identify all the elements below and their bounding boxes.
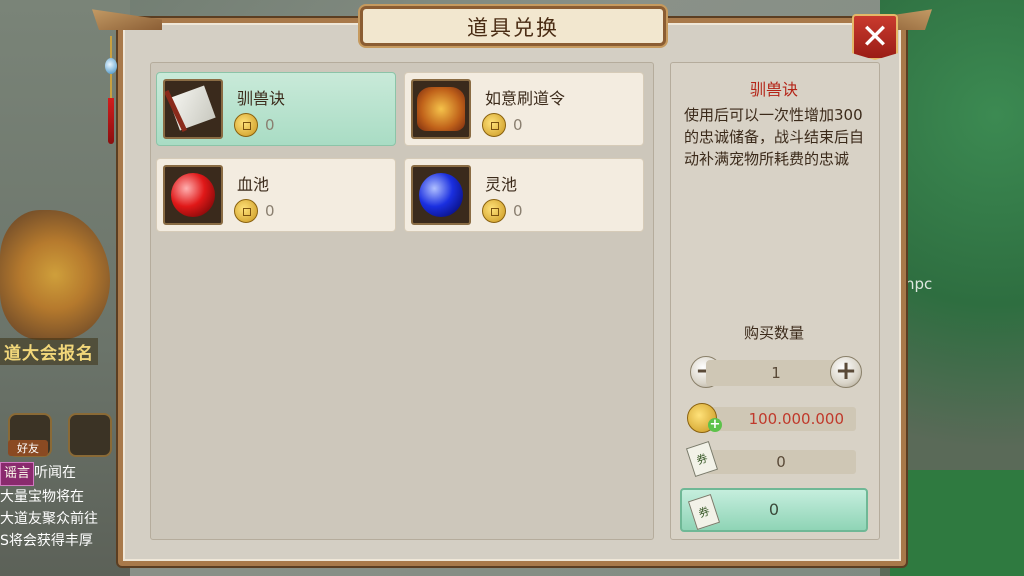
chat-bubble-icon[interactable] bbox=[68, 413, 112, 457]
jade-pendant-icon bbox=[104, 36, 118, 146]
coin-icon bbox=[234, 113, 258, 137]
seal-icon bbox=[411, 79, 471, 139]
chat-line: S将会获得丰厚 bbox=[0, 533, 93, 549]
dialog-title: 道具兑换 bbox=[360, 6, 666, 46]
rumor-tag: 谣言 bbox=[0, 462, 35, 486]
detail-item-description: 使用后可以一次性增加300的忠诚储备，战斗结束后自动补满宠物所耗费的忠诚 bbox=[684, 106, 865, 168]
coin-icon bbox=[482, 199, 506, 223]
chat-line: 谣言 听闻在 bbox=[0, 462, 118, 486]
item-name: 灵池 bbox=[485, 175, 518, 194]
coin-icon bbox=[234, 199, 258, 223]
event-signup-banner[interactable]: 道大会报名 bbox=[0, 338, 98, 365]
item-price: 0 bbox=[513, 116, 523, 134]
scroll-icon bbox=[163, 79, 223, 139]
close-icon[interactable]: ✕ bbox=[852, 14, 898, 60]
coin-icon bbox=[482, 113, 506, 137]
red-orb-icon bbox=[163, 165, 223, 225]
item-name: 血池 bbox=[237, 175, 270, 194]
chat-line: 大道友聚众前往 bbox=[0, 511, 98, 527]
item-card-lingchi[interactable]: 灵池 0 bbox=[404, 158, 644, 232]
item-card-xuechi[interactable]: 血池 0 bbox=[156, 158, 396, 232]
add-coins-icon[interactable]: + bbox=[708, 418, 722, 432]
item-price: 0 bbox=[513, 202, 523, 220]
item-price: 0 bbox=[265, 116, 275, 134]
friend-button-label: 好友 bbox=[8, 440, 48, 456]
cost-value: 100.000.000 bbox=[706, 407, 856, 431]
detail-item-title: 驯兽诀 bbox=[749, 80, 798, 99]
item-card-xunshoujue[interactable]: 驯兽诀 0 bbox=[156, 72, 396, 146]
quantity-field[interactable]: 1 bbox=[706, 360, 846, 386]
chat-log[interactable]: 谣言 听闻在 大量宝物将在 大道友聚众前往 S将会获得丰厚 bbox=[0, 462, 118, 552]
item-name: 如意刷道令 bbox=[485, 89, 566, 108]
increase-quantity-button[interactable]: + bbox=[830, 356, 862, 388]
quantity-label: 购买数量 bbox=[743, 324, 804, 342]
blue-orb-icon bbox=[411, 165, 471, 225]
item-price: 0 bbox=[265, 202, 275, 220]
item-card-ruyishuadaoling[interactable]: 如意刷道令 0 bbox=[404, 72, 644, 146]
chat-line: 大量宝物将在 bbox=[0, 489, 84, 505]
npc-label[interactable]: npc bbox=[905, 275, 932, 293]
background-lawn bbox=[890, 470, 1024, 576]
item-name: 驯兽诀 bbox=[237, 89, 286, 108]
ticket-balance: 0 bbox=[706, 450, 856, 474]
